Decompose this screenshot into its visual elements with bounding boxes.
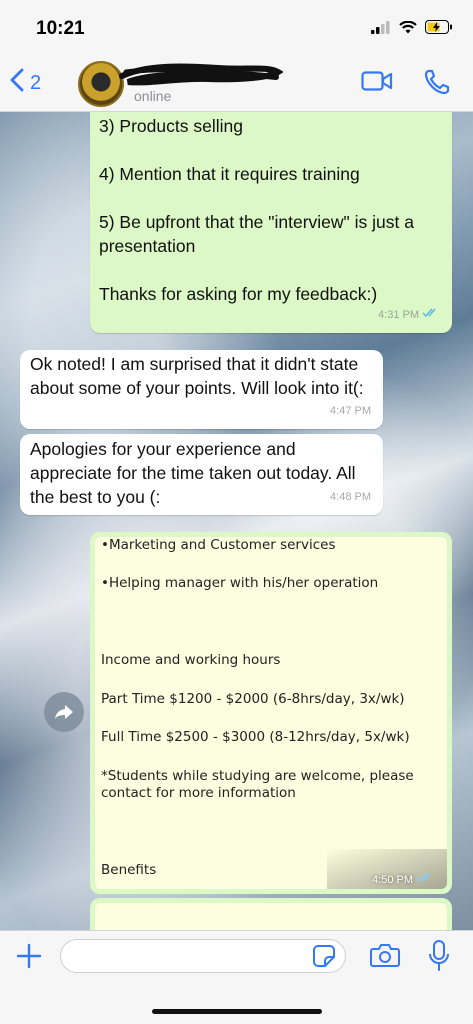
forward-arrow-icon <box>55 705 73 719</box>
image-text-line: Benefits <box>101 862 157 878</box>
signal-icon <box>371 20 391 39</box>
image-text-line: •Helping manager with his/her operation <box>101 575 379 591</box>
read-receipt-icon <box>416 873 434 886</box>
image-text-line: Full Time $2500 - $3000 (8-12hrs/day, 5x… <box>101 729 410 745</box>
forward-button[interactable] <box>44 692 84 732</box>
chat-area[interactable]: 3) Products selling 4) Mention that it r… <box>0 112 473 930</box>
image-message[interactable]: •Marketing and Customer services •Helpin… <box>90 532 452 894</box>
camera-button[interactable] <box>370 942 400 973</box>
chat-header: 2 online <box>0 58 473 112</box>
status-time: 10:21 <box>36 18 85 39</box>
message-time: 4:50 PM <box>372 873 413 886</box>
message-meta: 4:31 PM <box>378 303 440 327</box>
phone-icon <box>424 69 450 95</box>
sticker-button[interactable] <box>312 944 336 973</box>
screenshot-image <box>95 903 447 930</box>
message-meta: 4:48 PM <box>330 485 371 509</box>
message-text: Ok noted! I am surprised that it didn't … <box>30 354 364 398</box>
chevron-left-icon <box>10 68 24 98</box>
message-text: Apologies for your experience and apprec… <box>30 439 356 507</box>
message-text: 3) Products selling 4) Mention that it r… <box>99 116 414 304</box>
microphone-button[interactable] <box>428 940 450 977</box>
image-text-line: •Marketing and Customer services <box>101 537 336 553</box>
redacted-contact-name <box>119 63 283 86</box>
microphone-icon <box>429 940 449 971</box>
message-time: 4:47 PM <box>330 405 371 417</box>
message-bubble-incoming[interactable]: Ok noted! I am surprised that it didn't … <box>20 350 383 429</box>
message-input[interactable] <box>60 939 346 973</box>
camera-icon <box>370 944 400 967</box>
message-time: 4:31 PM <box>378 309 419 321</box>
wifi-icon <box>399 20 417 39</box>
message-meta: 4:50 PM <box>372 873 434 886</box>
status-bar: 10:21 <box>0 0 473 58</box>
message-meta: 4:47 PM <box>330 399 371 423</box>
image-text-line: Part Time $1200 - $2000 (6-8hrs/day, 3x/… <box>101 691 405 707</box>
image-text-line: *Students while studying are welcome, pl… <box>101 768 414 801</box>
plus-icon <box>16 943 42 969</box>
voice-call-button[interactable] <box>423 68 451 101</box>
battery-icon <box>425 20 453 39</box>
image-text-line: Income and working hours <box>101 652 281 668</box>
video-call-button[interactable] <box>361 70 393 97</box>
screenshot-image: •Marketing and Customer services •Helpin… <box>95 537 447 889</box>
back-button[interactable]: 2 <box>10 68 41 98</box>
contact-status: online <box>134 88 172 104</box>
read-receipt-icon <box>422 303 440 327</box>
message-bubble-incoming[interactable]: Apologies for your experience and apprec… <box>20 434 383 515</box>
home-indicator <box>152 1009 322 1014</box>
sticker-icon <box>313 945 335 967</box>
message-time: 4:48 PM <box>330 491 371 503</box>
image-message[interactable] <box>90 898 452 930</box>
attach-button[interactable] <box>16 943 42 974</box>
status-icons <box>371 20 453 39</box>
video-camera-icon <box>361 71 393 91</box>
unread-count: 2 <box>30 71 42 94</box>
message-composer <box>0 930 473 1024</box>
message-bubble-outgoing[interactable]: 3) Products selling 4) Mention that it r… <box>90 112 452 333</box>
